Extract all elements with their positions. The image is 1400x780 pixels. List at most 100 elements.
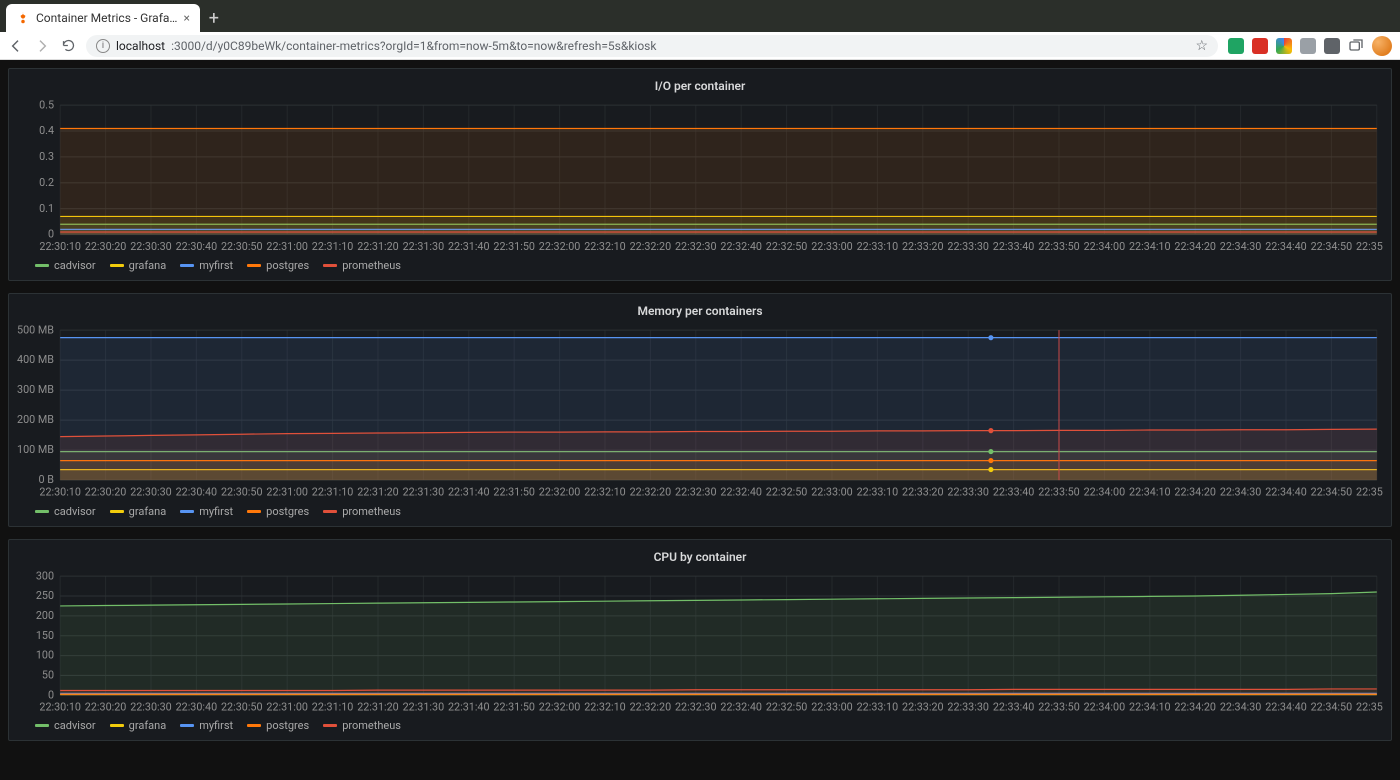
legend-swatch-prometheus-icon [323, 510, 337, 513]
extension-icon-2[interactable] [1252, 38, 1268, 54]
legend-swatch-myfirst-icon [180, 510, 194, 513]
ytick-label: 0.5 [39, 99, 54, 111]
legend-swatch-grafana-icon [110, 264, 124, 267]
panel-title-cpu[interactable]: CPU by container [17, 546, 1383, 570]
xtick-label: 22:33:00 [811, 240, 853, 253]
legend-item-cadvisor[interactable]: cadvisor [35, 505, 96, 518]
chart-svg-cpu[interactable]: 05010015020025030022:30:1022:30:2022:30:… [17, 570, 1383, 714]
legend-item-grafana[interactable]: grafana [110, 259, 167, 272]
legend-swatch-postgres-icon [247, 510, 261, 513]
panel-title-mem[interactable]: Memory per containers [17, 300, 1383, 324]
xtick-label: 22:32:40 [720, 240, 762, 253]
ytick-label: 200 [36, 609, 54, 622]
legend-swatch-cadvisor-icon [35, 510, 49, 513]
extension-icon-4[interactable] [1300, 38, 1316, 54]
legend-item-grafana[interactable]: grafana [110, 719, 167, 732]
xtick-label: 22:33:40 [993, 486, 1035, 499]
chart-legend-io: cadvisor grafana myfirst postgres prometheus [17, 253, 1383, 272]
site-info-icon[interactable]: i [96, 39, 110, 53]
series-area-postgres [60, 128, 1377, 234]
xtick-label: 22:34:20 [1174, 486, 1216, 499]
ytick-label: 200 MB [17, 413, 54, 426]
xtick-label: 22:35:00 [1356, 486, 1383, 499]
xtick-label: 22:31:20 [357, 240, 399, 253]
legend-label: postgres [266, 505, 309, 518]
tab-switch-icon[interactable] [1348, 38, 1364, 54]
legend-label: grafana [129, 505, 167, 518]
new-tab-button[interactable]: + [200, 4, 228, 32]
legend-item-prometheus[interactable]: prometheus [323, 259, 401, 272]
ytick-label: 0 [48, 228, 54, 241]
extension-icon-1[interactable] [1228, 38, 1244, 54]
xtick-label: 22:33:10 [857, 700, 899, 713]
url-host: localhost [116, 39, 165, 53]
legend-item-cadvisor[interactable]: cadvisor [35, 259, 96, 272]
chart-area-io[interactable]: 00.10.20.30.40.522:30:1022:30:2022:30:30… [17, 99, 1383, 253]
legend-swatch-cadvisor-icon [35, 724, 49, 727]
xtick-label: 22:32:50 [766, 486, 808, 499]
xtick-label: 22:31:10 [312, 486, 354, 499]
reload-button[interactable] [60, 38, 76, 54]
hover-point-grafana [988, 467, 993, 472]
xtick-label: 22:30:40 [176, 486, 218, 499]
xtick-label: 22:34:50 [1311, 486, 1353, 499]
legend-label: grafana [129, 719, 167, 732]
xtick-label: 22:34:50 [1311, 700, 1353, 713]
back-button[interactable] [8, 38, 24, 54]
legend-label: prometheus [342, 719, 401, 732]
chart-legend-cpu: cadvisor grafana myfirst postgres prometheus [17, 713, 1383, 732]
legend-item-postgres[interactable]: postgres [247, 719, 309, 732]
xtick-label: 22:31:50 [493, 240, 535, 253]
xtick-label: 22:35:00 [1356, 700, 1383, 713]
legend-item-postgres[interactable]: postgres [247, 259, 309, 272]
legend-item-myfirst[interactable]: myfirst [180, 719, 233, 732]
legend-label: myfirst [199, 719, 233, 732]
xtick-label: 22:33:20 [902, 700, 944, 713]
legend-item-grafana[interactable]: grafana [110, 505, 167, 518]
xtick-label: 22:34:00 [1084, 486, 1126, 499]
legend-item-postgres[interactable]: postgres [247, 505, 309, 518]
xtick-label: 22:33:20 [902, 486, 944, 499]
bookmark-star-icon[interactable]: ☆ [1195, 38, 1208, 54]
chart-legend-mem: cadvisor grafana myfirst postgres prometheus [17, 499, 1383, 518]
xtick-label: 22:30:10 [39, 240, 81, 253]
xtick-label: 22:30:50 [221, 240, 263, 253]
ytick-label: 50 [42, 668, 54, 681]
url-bar[interactable]: i localhost:3000/d/y0C89beWk/container-m… [86, 35, 1218, 57]
legend-label: prometheus [342, 505, 401, 518]
xtick-label: 22:33:30 [947, 240, 989, 253]
dashboard-viewport[interactable]: I/O per container00.10.20.30.40.522:30:1… [0, 60, 1400, 780]
xtick-label: 22:34:20 [1174, 700, 1216, 713]
chart-svg-mem[interactable]: 0 B100 MB200 MB300 MB400 MB500 MB22:30:1… [17, 324, 1383, 499]
legend-item-prometheus[interactable]: prometheus [323, 719, 401, 732]
forward-button[interactable] [34, 38, 50, 54]
chart-area-cpu[interactable]: 05010015020025030022:30:1022:30:2022:30:… [17, 570, 1383, 714]
xtick-label: 22:31:20 [357, 700, 399, 713]
extension-icon-5[interactable] [1324, 38, 1340, 54]
xtick-label: 22:31:10 [312, 240, 354, 253]
tab-close-icon[interactable]: × [183, 11, 189, 25]
profile-avatar[interactable] [1372, 36, 1392, 56]
legend-item-prometheus[interactable]: prometheus [323, 505, 401, 518]
chart-svg-io[interactable]: 00.10.20.30.40.522:30:1022:30:2022:30:30… [17, 99, 1383, 253]
chart-area-mem[interactable]: 0 B100 MB200 MB300 MB400 MB500 MB22:30:1… [17, 324, 1383, 499]
xtick-label: 22:32:00 [539, 486, 581, 499]
legend-label: postgres [266, 259, 309, 272]
legend-swatch-myfirst-icon [180, 724, 194, 727]
ytick-label: 100 [36, 648, 54, 661]
panel-io: I/O per container00.10.20.30.40.522:30:1… [8, 68, 1392, 281]
xtick-label: 22:34:10 [1129, 486, 1171, 499]
browser-tab-active[interactable]: Container Metrics - Grafa… × [6, 4, 200, 32]
xtick-label: 22:34:10 [1129, 240, 1171, 253]
xtick-label: 22:32:20 [630, 700, 672, 713]
legend-item-myfirst[interactable]: myfirst [180, 505, 233, 518]
grafana-favicon-icon [16, 11, 30, 25]
legend-item-myfirst[interactable]: myfirst [180, 259, 233, 272]
xtick-label: 22:30:30 [130, 700, 172, 713]
legend-label: prometheus [342, 259, 401, 272]
extension-icon-3[interactable] [1276, 38, 1292, 54]
legend-swatch-cadvisor-icon [35, 264, 49, 267]
panel-title-io[interactable]: I/O per container [17, 75, 1383, 99]
legend-item-cadvisor[interactable]: cadvisor [35, 719, 96, 732]
legend-label: postgres [266, 719, 309, 732]
